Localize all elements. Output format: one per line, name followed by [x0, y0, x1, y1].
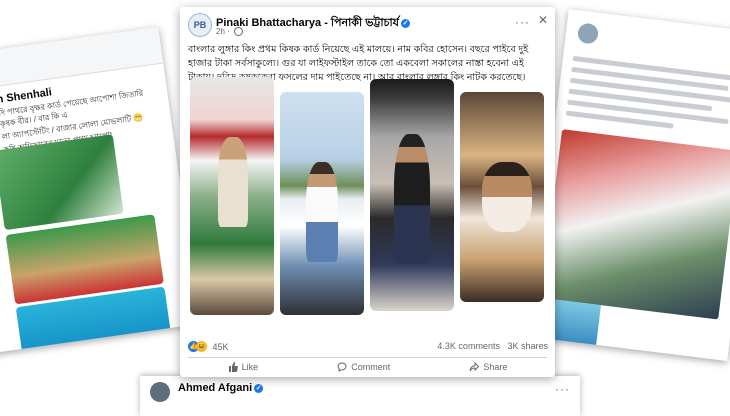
- action-bar: Like Comment Share: [188, 359, 547, 375]
- like-button[interactable]: Like: [228, 359, 258, 375]
- more-options-icon[interactable]: ···: [555, 382, 570, 396]
- comment-button[interactable]: Comment: [337, 359, 390, 375]
- comments-count[interactable]: 4.3K comments: [437, 341, 500, 351]
- author-avatar[interactable]: PB: [188, 13, 212, 37]
- verified-icon: ✓: [254, 383, 264, 393]
- photo-2[interactable]: [280, 92, 364, 315]
- shares-count[interactable]: 3K shares: [507, 341, 548, 351]
- bottom-post-author[interactable]: Ahmed Afgani ✓: [178, 382, 264, 394]
- photo-4[interactable]: [460, 92, 544, 302]
- haha-reaction-icon: 😆: [196, 341, 207, 353]
- globe-icon: [234, 27, 244, 37]
- more-options-icon[interactable]: ···: [515, 15, 530, 29]
- bottom-post-card: Ahmed Afgani ✓ ···: [140, 376, 580, 416]
- post-time[interactable]: 2h ·: [216, 27, 244, 37]
- right-post-photo[interactable]: [541, 129, 730, 320]
- right-post-card: [528, 9, 730, 361]
- right-post-avatar[interactable]: [576, 22, 600, 45]
- right-post-text: [565, 50, 730, 143]
- share-button[interactable]: Share: [469, 359, 507, 375]
- post-header: PB Pinaki Bhattacharya - পিনাকী ভট্টাচার…: [188, 13, 548, 43]
- main-post-card: PB Pinaki Bhattacharya - পিনাকী ভট্টাচার…: [180, 7, 555, 377]
- divider: [188, 357, 547, 358]
- left-post-photo-1[interactable]: [0, 134, 124, 231]
- photo-3[interactable]: [370, 79, 454, 311]
- author-name[interactable]: Pinaki Bhattacharya - পিনাকী ভট্টাচার্য ✓: [216, 14, 410, 33]
- thumbs-up-icon: [228, 362, 238, 372]
- photo-1[interactable]: [190, 77, 274, 315]
- reactions-count[interactable]: 45K: [213, 342, 229, 352]
- comment-icon: [337, 362, 347, 372]
- share-icon: [469, 362, 480, 372]
- photo-grid: [190, 77, 546, 327]
- reactions-bar[interactable]: 👍😆 45K 4.3K comments 3K shares: [188, 341, 548, 355]
- bottom-post-avatar[interactable]: [150, 382, 170, 402]
- left-post-card: h Shenhali দি পাথরে বৃক্ষর কার্ড পেয়েছে…: [0, 26, 200, 354]
- close-icon[interactable]: ✕: [538, 13, 548, 27]
- verified-icon: ✓: [401, 18, 410, 28]
